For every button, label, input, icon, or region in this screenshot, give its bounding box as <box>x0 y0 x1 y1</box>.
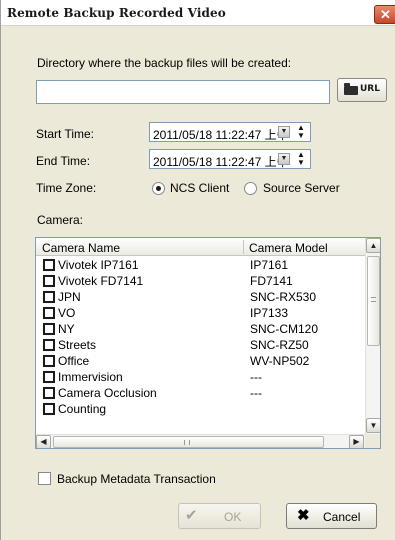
url-button[interactable]: URL <box>337 78 387 102</box>
close-button[interactable]: ✕ <box>374 5 395 24</box>
url-button-label: URL <box>360 84 380 94</box>
camera-checkbox[interactable] <box>43 307 55 319</box>
camera-checkbox[interactable] <box>43 291 55 303</box>
camera-model: IP7161 <box>250 258 289 272</box>
camera-model: FD7141 <box>250 274 293 288</box>
start-time-label: Start Time: <box>36 127 95 141</box>
camera-model: --- <box>250 386 262 400</box>
radio-source-server-label[interactable]: Source Server <box>263 181 340 195</box>
start-time-value: 2011/05/18 11:22:47 上午 <box>153 128 289 142</box>
folder-icon <box>344 83 358 95</box>
end-time-label: End Time: <box>36 154 91 168</box>
ok-button-label: OK <box>224 510 242 524</box>
x-icon: ✖ <box>297 507 310 524</box>
camera-model: SNC-CM120 <box>250 322 319 336</box>
start-time-picker[interactable]: 2011/05/18 11:22:47 上午 ▼ ▲ ▼ <box>149 122 311 142</box>
vertical-scroll-thumb[interactable] <box>367 256 380 346</box>
camera-list[interactable]: Camera Name Camera Model Vivotek IP7161 … <box>35 237 381 449</box>
camera-checkbox[interactable] <box>43 339 55 351</box>
camera-row[interactable]: VO IP7133 <box>36 305 365 321</box>
end-time-dropdown-icon[interactable]: ▼ <box>278 153 290 165</box>
checkmark-icon: ✔ <box>185 507 198 524</box>
camera-name: Vivotek FD7141 <box>58 274 144 288</box>
scrollbar-corner <box>365 434 380 448</box>
start-time-dropdown-icon[interactable]: ▼ <box>278 126 290 138</box>
camera-model: --- <box>250 370 262 384</box>
camera-label: Camera: <box>37 213 84 227</box>
time-zone-label: Time Zone: <box>36 181 97 195</box>
end-time-picker[interactable]: 2011/05/18 11:22:47 上午 ▼ ▲ ▼ <box>149 149 311 169</box>
horizontal-scrollbar[interactable]: ◀ ▶ <box>36 434 365 448</box>
radio-source-server[interactable] <box>244 182 257 195</box>
camera-row[interactable]: Streets SNC-RZ50 <box>36 337 365 353</box>
close-icon: ✕ <box>380 7 391 22</box>
camera-name: Camera Occlusion <box>58 386 157 400</box>
ok-button[interactable]: ✔ OK <box>178 503 261 529</box>
camera-checkbox[interactable] <box>43 323 55 335</box>
camera-model: WV-NP502 <box>250 354 310 368</box>
camera-row[interactable]: Counting <box>36 401 365 417</box>
column-header-camera-model[interactable]: Camera Model <box>249 241 328 255</box>
title-bar[interactable]: Remote Backup Recorded Video ✕ <box>1 0 395 26</box>
camera-row[interactable]: Vivotek FD7141 FD7141 <box>36 273 365 289</box>
camera-row[interactable]: Office WV-NP502 <box>36 353 365 369</box>
camera-row[interactable]: Vivotek IP7161 IP7161 <box>36 257 365 273</box>
start-time-spinner-icon[interactable]: ▲ ▼ <box>295 124 307 140</box>
grip-icon <box>371 297 376 302</box>
camera-list-header: Camera Name Camera Model <box>36 238 365 256</box>
backup-metadata-label[interactable]: Backup Metadata Transaction <box>57 472 216 486</box>
camera-checkbox[interactable] <box>43 371 55 383</box>
scroll-up-icon[interactable]: ▲ <box>366 238 380 253</box>
camera-name: Vivotek IP7161 <box>58 258 139 272</box>
camera-name: Streets <box>58 338 97 352</box>
end-time-spinner-icon[interactable]: ▲ ▼ <box>295 151 307 167</box>
camera-model: IP7133 <box>250 306 289 320</box>
vertical-scrollbar[interactable]: ▲ ▼ <box>365 238 380 434</box>
grip-icon <box>184 440 190 445</box>
camera-model: SNC-RX530 <box>250 290 317 304</box>
camera-name: NY <box>58 322 75 336</box>
camera-row[interactable]: Camera Occlusion --- <box>36 385 365 401</box>
radio-ncs-client[interactable] <box>152 182 165 195</box>
scroll-left-icon[interactable]: ◀ <box>36 435 51 448</box>
scroll-right-icon[interactable]: ▶ <box>349 435 364 448</box>
directory-input[interactable] <box>36 80 330 104</box>
column-divider[interactable] <box>243 240 244 254</box>
backup-metadata-checkbox[interactable] <box>38 472 51 485</box>
camera-checkbox[interactable] <box>43 259 55 271</box>
camera-checkbox[interactable] <box>43 275 55 287</box>
camera-name: Immervision <box>58 370 123 384</box>
scroll-down-icon[interactable]: ▼ <box>366 418 380 433</box>
dialog-window: Remote Backup Recorded Video ✕ Directory… <box>0 0 395 540</box>
cancel-button[interactable]: ✖ Cancel <box>286 503 377 529</box>
camera-checkbox[interactable] <box>43 387 55 399</box>
camera-model: SNC-RZ50 <box>250 338 309 352</box>
column-header-camera-name[interactable]: Camera Name <box>42 241 120 255</box>
camera-row[interactable]: NY SNC-CM120 <box>36 321 365 337</box>
camera-checkbox[interactable] <box>43 355 55 367</box>
camera-row[interactable]: Immervision --- <box>36 369 365 385</box>
camera-row[interactable]: JPN SNC-RX530 <box>36 289 365 305</box>
directory-label: Directory where the backup files will be… <box>37 56 292 70</box>
horizontal-scroll-thumb[interactable] <box>53 436 324 448</box>
camera-name: Counting <box>58 402 107 416</box>
camera-name: VO <box>58 306 76 320</box>
cancel-button-label: Cancel <box>323 510 361 524</box>
end-time-value: 2011/05/18 11:22:47 上午 <box>153 155 289 169</box>
dialog-title: Remote Backup Recorded Video <box>7 6 226 20</box>
radio-ncs-client-label[interactable]: NCS Client <box>170 181 229 195</box>
camera-name: JPN <box>58 290 81 304</box>
camera-name: Office <box>58 354 90 368</box>
camera-checkbox[interactable] <box>43 403 55 415</box>
